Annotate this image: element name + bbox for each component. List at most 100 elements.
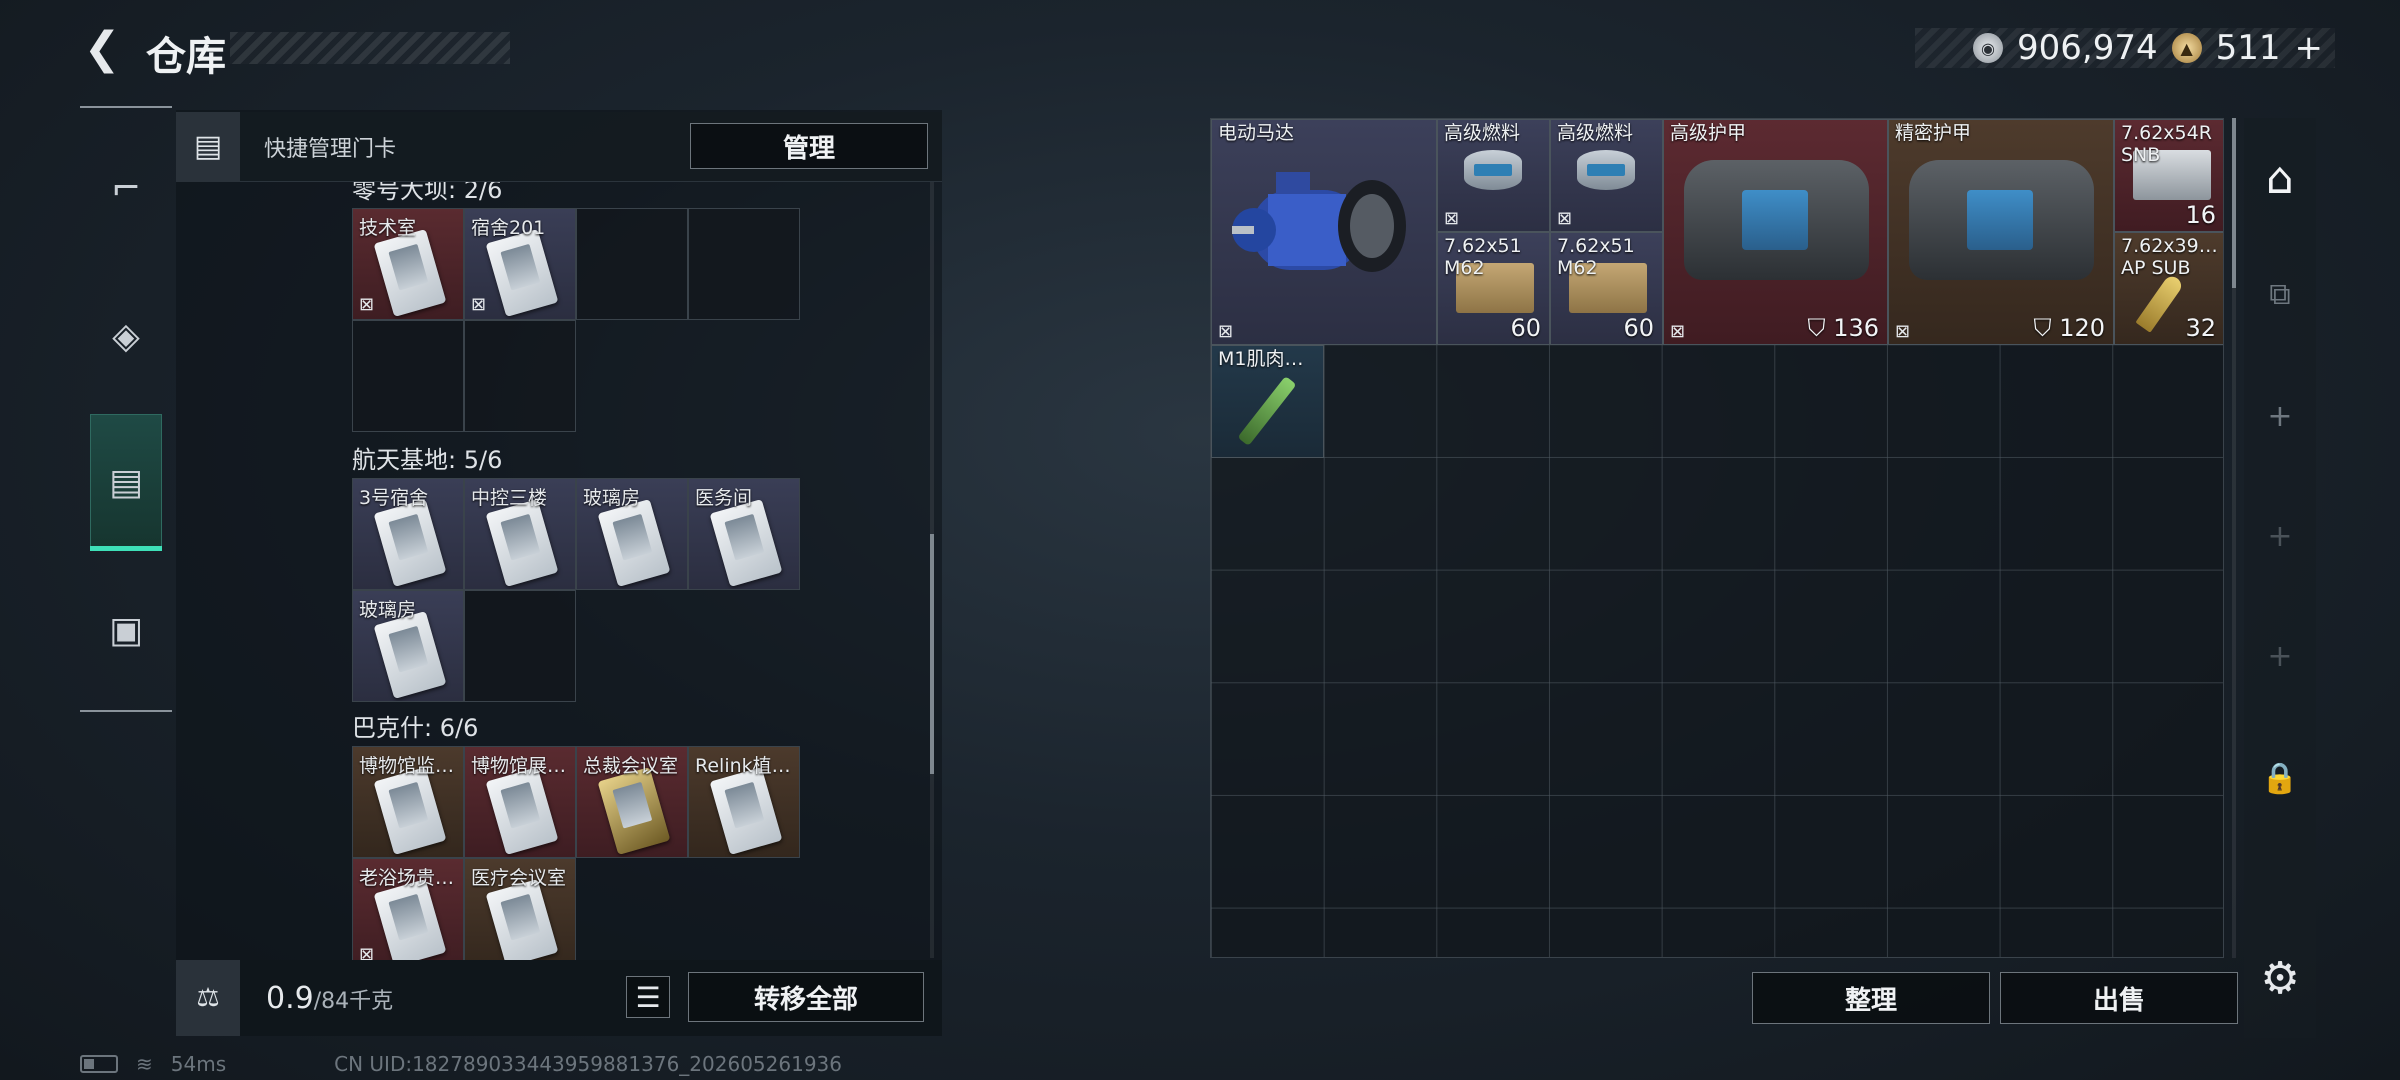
tab-tools[interactable]: ▣ <box>90 594 162 666</box>
gold-amount: 511 <box>2215 28 2281 68</box>
tab-weapons[interactable]: ⌐ <box>90 152 162 224</box>
keycard-label: Relink植… <box>695 755 791 777</box>
empty-slot[interactable] <box>688 208 800 320</box>
keycard-slot[interactable]: 医务间 <box>688 478 800 590</box>
storage-scrollbar-thumb[interactable] <box>2232 118 2236 288</box>
expand-storage-icon: ⧉ <box>2269 276 2291 312</box>
keycard-slot[interactable]: 玻璃房 <box>576 478 688 590</box>
keycard-slot[interactable]: 技术室 ⊠ <box>352 208 464 320</box>
gold-coin-icon: ▲ <box>2171 33 2202 63</box>
keycard-label: 中控三楼 <box>471 487 548 509</box>
keycard-slot[interactable]: 博物馆监… <box>352 746 464 858</box>
keycard-slot[interactable]: 宿舍201 ⊠ <box>464 208 576 320</box>
keycard-image <box>597 499 671 587</box>
group-title: 零号大坝: 2/6 <box>352 182 503 204</box>
storage-item[interactable]: 7.62x51 M62 60 <box>1550 232 1663 345</box>
keycard-image <box>709 499 783 587</box>
storage-item[interactable]: 高级燃料 ⊠ <box>1550 119 1663 232</box>
settings-gear-icon[interactable]: ⚙ <box>2254 952 2306 1004</box>
keycard-image <box>373 229 447 317</box>
keycard-slot[interactable]: Relink植… <box>688 746 800 858</box>
gun-icon: ⌐ <box>110 167 142 209</box>
transfer-all-button[interactable]: 转移全部 <box>688 972 924 1022</box>
nobind-icon: ⊠ <box>471 294 487 315</box>
keycard-label: 玻璃房 <box>583 487 641 509</box>
storage-item[interactable]: 电动马达 ⊠ <box>1211 119 1437 345</box>
empty-slot[interactable] <box>464 590 576 702</box>
back-arrow-icon[interactable]: ❮ <box>78 23 126 74</box>
plus-icon: + <box>2267 518 2293 554</box>
sell-button[interactable]: 出售 <box>2000 972 2238 1024</box>
wifi-icon: ≋ <box>136 1052 153 1076</box>
item-count: 60 <box>1510 314 1541 342</box>
storage-item[interactable]: 精密护甲 ⊠ ⛉ 120 <box>1888 119 2114 345</box>
add-storage-tab-button[interactable]: + <box>2244 380 2316 452</box>
storage-tab-main[interactable]: ⌂ <box>2244 142 2316 214</box>
keycard-image <box>373 611 447 699</box>
electric-motor-image <box>1232 172 1406 272</box>
storage-tab-expand[interactable]: ⧉ <box>2244 258 2316 330</box>
storage-item[interactable]: 高级燃料 ⊠ <box>1437 119 1550 232</box>
list-view-button[interactable]: ☰ <box>626 976 670 1018</box>
title-decoration <box>230 32 510 64</box>
keycard-image <box>373 499 447 587</box>
warehouse-icon: ⌂ <box>2266 152 2294 204</box>
add-currency-button[interactable]: + <box>2295 28 2324 68</box>
locked-storage-tab[interactable]: 🔒 <box>2244 742 2316 814</box>
silver-coin-icon: ◉ <box>1972 33 2003 63</box>
keycard-label: 博物馆展… <box>471 755 567 777</box>
sort-button[interactable]: 整理 <box>1752 972 1990 1024</box>
scrollbar-thumb[interactable] <box>930 534 934 774</box>
backpack-icon: ◈ <box>112 315 140 357</box>
toolbox-icon: ▣ <box>108 609 143 651</box>
rail-divider <box>80 710 172 712</box>
shield-icon: ⛉ <box>1807 314 1826 342</box>
add-storage-tab-button[interactable]: + <box>2244 500 2316 572</box>
page-title: 仓库 <box>146 34 226 80</box>
nobind-icon: ⊠ <box>359 944 375 960</box>
storage-item[interactable]: M1肌肉… <box>1211 345 1324 458</box>
keycard-slot[interactable]: 中控三楼 <box>464 478 576 590</box>
storage-tabs-rail <box>2244 118 2316 1038</box>
keycard-slot[interactable]: 博物馆展… <box>464 746 576 858</box>
uid: CN UID:182789033443959881376_20260526193… <box>334 1052 842 1076</box>
keycard-image <box>597 767 671 855</box>
storage-item[interactable]: 7.62x54R SNB 16 <box>2114 119 2223 232</box>
plus-icon: + <box>2267 638 2293 674</box>
storage-item[interactable]: 7.62x51 M62 60 <box>1437 232 1550 345</box>
nobind-icon: ⊠ <box>1218 321 1234 342</box>
group-title: 航天基地: 5/6 <box>352 446 503 474</box>
empty-slot[interactable] <box>464 320 576 432</box>
keycard-slot[interactable]: 医疗会议室 <box>464 858 576 960</box>
keycard-image <box>373 767 447 855</box>
nobind-icon: ⊠ <box>1895 321 1911 342</box>
keycard-label: 玻璃房 <box>359 599 417 621</box>
storage-item[interactable]: 7.62x39… AP SUB 32 <box>2114 232 2223 345</box>
item-name: 高级护甲 <box>1670 122 1747 144</box>
keycard-label: 宿舍201 <box>471 217 546 239</box>
storage-item[interactable]: 高级护甲 ⊠ ⛉ 136 <box>1663 119 1888 345</box>
keycard-slot[interactable]: 3号宿舍 <box>352 478 464 590</box>
plus-icon: + <box>2267 398 2293 434</box>
empty-slot[interactable] <box>352 320 464 432</box>
manage-button[interactable]: 管理 <box>690 123 928 169</box>
durability: ⛉ 120 <box>2034 314 2105 342</box>
status-bar: ≋ 54ms CN UID:182789033443959881376_2026… <box>80 1052 842 1076</box>
keycard-list[interactable]: 零号大坝: 2/6 技术室 ⊠ 宿舍201 ⊠ 航天基地: 5/6 3号宿舍 中… <box>176 182 934 960</box>
group-title: 巴克什: 6/6 <box>352 714 479 742</box>
add-storage-tab-button[interactable]: + <box>2244 620 2316 692</box>
keycard-label: 老浴场贵… <box>359 867 455 889</box>
ping: 54ms <box>170 1052 227 1076</box>
keycard-label: 博物馆监… <box>359 755 455 777</box>
keycard-slot[interactable]: 总裁会议室 <box>576 746 688 858</box>
item-count: 60 <box>1623 314 1654 342</box>
keycard-slot[interactable]: 老浴场贵… ⊠ <box>352 858 464 960</box>
storage-grid[interactable]: 电动马达 ⊠ 高级燃料 ⊠ 高级燃料 ⊠ 7.62x51 M62 60 7.62… <box>1210 118 2224 958</box>
tab-keycards[interactable]: ▤ <box>90 446 162 518</box>
empty-slot[interactable] <box>576 208 688 320</box>
nobind-icon: ⊠ <box>1444 208 1460 229</box>
keycard-slot[interactable]: 玻璃房 <box>352 590 464 702</box>
tab-equipment[interactable]: ◈ <box>90 300 162 372</box>
durability-value: 136 <box>1833 314 1879 342</box>
active-tab-indicator <box>90 546 162 551</box>
